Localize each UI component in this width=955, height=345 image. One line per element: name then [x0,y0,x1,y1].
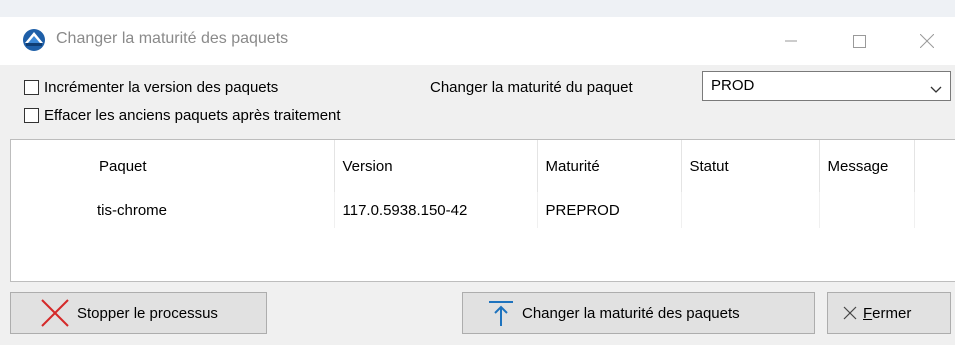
stop-process-button[interactable]: Stopper le processus [10,292,267,334]
close-label-rest: ermer [872,304,912,322]
cell-version[interactable]: 117.0.5938.150-42 [334,192,538,228]
dialog-window: Changer la maturité des paquets Incrémen… [0,17,955,345]
stop-process-label: Stopper le processus [77,304,218,322]
cell-statut[interactable] [681,192,820,228]
arrow-up-icon [486,298,516,328]
title-bar: Changer la maturité des paquets [0,17,955,65]
minimize-button[interactable] [768,23,814,59]
packages-table[interactable]: Paquet Version Maturité Statut Message t… [10,139,955,282]
x-icon [843,306,857,320]
checkbox-box[interactable] [24,108,39,123]
maximize-button[interactable] [836,23,882,59]
delete-old-packages-checkbox[interactable]: Effacer les anciens paquets après traite… [24,107,341,124]
cell-message[interactable] [819,192,915,228]
delete-old-packages-label: Effacer les anciens paquets après traite… [44,107,341,124]
wapt-logo-icon [22,28,46,52]
table-row[interactable]: tis-chrome 117.0.5938.150-42 PREPROD [11,192,915,228]
close-window-button[interactable] [904,23,950,59]
maturity-select-value: PROD [711,77,755,94]
row-indicator-cell [11,192,91,228]
close-button[interactable]: Fermer [827,292,951,334]
close-label: Fermer [863,305,911,322]
column-header-message[interactable]: Message [819,140,915,192]
column-header-maturite[interactable]: Maturité [537,140,682,192]
column-header-paquet[interactable]: Paquet [91,140,335,192]
top-strip [0,0,955,17]
change-maturity-label: Changer la maturité des paquets [522,304,740,322]
increment-version-checkbox[interactable]: Incrémenter la version des paquets [24,79,278,96]
checkbox-box[interactable] [24,80,39,95]
column-header-version[interactable]: Version [334,140,538,192]
change-maturity-button[interactable]: Changer la maturité des paquets [462,292,815,334]
column-header-statut[interactable]: Statut [681,140,820,192]
close-accelerator: F [863,304,873,322]
cell-paquet[interactable]: tis-chrome [91,192,335,228]
increment-version-label: Incrémenter la version des paquets [44,79,279,96]
window-title: Changer la maturité des paquets [56,30,289,47]
maturity-select-label: Changer la maturité du paquet [430,79,633,96]
cell-maturite[interactable]: PREPROD [537,192,682,228]
column-header-indicator [11,140,91,192]
maturity-select[interactable]: PROD [702,71,951,101]
chevron-down-icon[interactable] [930,81,942,98]
table-header-row: Paquet Version Maturité Statut Message [11,140,915,192]
options-panel: Incrémenter la version des paquets Effac… [0,65,955,139]
red-x-icon [39,297,71,329]
